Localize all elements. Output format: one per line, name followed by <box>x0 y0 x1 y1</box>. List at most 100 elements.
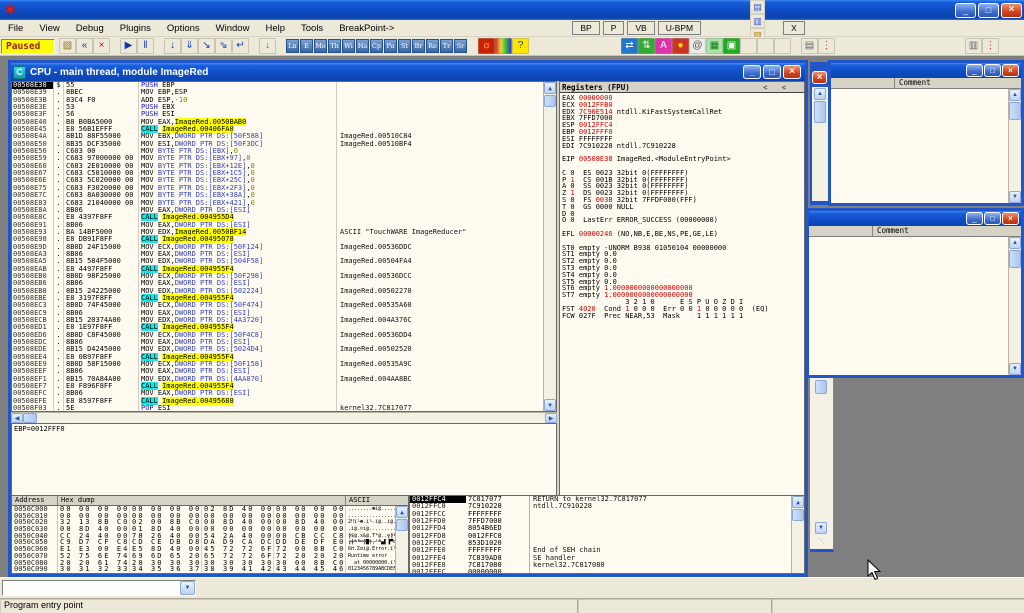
toolbar-letter-pa[interactable]: Pa <box>384 39 397 53</box>
stack-scroll-up[interactable]: ▲ <box>792 496 804 508</box>
menu-view[interactable]: View <box>31 21 67 36</box>
toolbar-letter-me[interactable]: Me <box>314 39 327 53</box>
side-mid-minimize-button[interactable]: _ <box>966 212 983 225</box>
disasm-scroll-up[interactable]: ▲ <box>544 82 556 94</box>
menu-breakpoint[interactable]: BreakPoint-> <box>331 21 402 36</box>
trace-log-icon[interactable]: @ <box>689 38 706 54</box>
disasm-scroll-down[interactable]: ▼ <box>544 399 556 411</box>
toolbar-letter-cp[interactable]: Cp <box>370 39 383 53</box>
breakpoint-list-icon[interactable]: ⋮ <box>982 38 999 54</box>
step-into-icon[interactable]: ↓ <box>164 38 181 54</box>
go-to-address-icon[interactable]: ↓ <box>259 38 276 54</box>
close-program-icon[interactable]: × <box>93 38 110 54</box>
disasm-scroll-right[interactable]: ▶ <box>545 413 557 423</box>
cpu-close-button[interactable]: × <box>783 65 801 79</box>
panel-layout-icon[interactable]: ▥ <box>965 38 982 54</box>
cpu-window-titlebar[interactable]: C CPU - main thread, module ImageRed _ □… <box>11 63 805 81</box>
disasm-row[interactable]: 00508E8C.E8 4397F8FFCALL ImageRed.004955… <box>12 214 543 221</box>
menubar-button-p[interactable]: P <box>603 21 625 35</box>
register-line[interactable]: FCW 027F Prec NEAR,53 Mask 1 1 1 1 1 1 <box>560 313 804 320</box>
dump-row[interactable]: 0050C0A000 00 00 0000 00 00 0000 00 00 0… <box>12 573 395 574</box>
disasm-row[interactable]: 00508E83.C683 21040000 00MOV BYTE PTR DS… <box>12 200 543 207</box>
column-header-blank[interactable] <box>809 226 873 236</box>
screen-icon[interactable]: ▣ <box>723 38 740 54</box>
disasm-row[interactable]: 00508E3B.83C4 F0ADD ESP,-10 <box>12 97 543 104</box>
column-header-comment[interactable]: Comment <box>873 226 1021 236</box>
menubar-button-u-bpm[interactable]: U-BPM <box>658 21 701 35</box>
menu-help[interactable]: Help <box>257 21 293 36</box>
toolbar-letter-wi[interactable]: Wi <box>342 39 355 53</box>
registers-pane-switch-icon[interactable]: << <box>763 83 800 92</box>
registers-pane[interactable]: Registers (FPU) << EAX 00000000ECX 0012F… <box>559 81 805 513</box>
resize-grip[interactable]: ⋱ <box>818 537 826 545</box>
side-window-mid-content[interactable] <box>809 237 1008 375</box>
blank-button-2[interactable] <box>757 38 774 54</box>
restore-button[interactable]: □ <box>978 3 999 18</box>
command-combobox[interactable]: ▼ <box>2 580 196 596</box>
disasm-hscrollbar[interactable]: ◀ ▶ <box>11 412 557 423</box>
register-line[interactable]: T 0 GS 0000 NULL <box>560 204 804 211</box>
command-input[interactable] <box>3 581 180 595</box>
register-line[interactable]: EIP 00508E38 ImageRed.<ModuleEntryPoint> <box>560 156 804 163</box>
hidden-bottom-scroll-thumb[interactable] <box>815 380 827 394</box>
dump-header-address[interactable]: Address <box>12 496 58 505</box>
swap-panes-icon[interactable]: ⇄ <box>621 38 638 54</box>
disasm-row[interactable]: 00508E3E.53PUSH EBX <box>12 104 543 111</box>
disasm-row[interactable]: 00508E9D.8B0D 24F15000MOV ECX,DWORD PTR … <box>12 244 543 251</box>
column-header-blank[interactable] <box>831 78 895 88</box>
toolbar-letter-br[interactable]: Br <box>412 39 425 53</box>
column-header-comment[interactable]: Comment <box>895 78 1021 88</box>
numbers-icon[interactable]: ▦ <box>706 38 723 54</box>
stack-row[interactable]: 0012FFEC00000000 <box>410 569 791 574</box>
disasm-scroll-left[interactable]: ◀ <box>11 413 23 423</box>
disasm-row[interactable]: 00508F03.5EPOP ESIkernel32.7C817077 <box>12 405 543 412</box>
dump-header-hex[interactable]: Hex dump <box>58 496 346 505</box>
disasm-row[interactable]: 00508EC3.8B0D 74F45000MOV ECX,DWORD PTR … <box>12 302 543 309</box>
toolbar-letter-tr[interactable]: Tr <box>440 39 453 53</box>
menu-plugins[interactable]: Plugins <box>112 21 159 36</box>
dump-header-ascii[interactable]: ASCII <box>346 496 408 505</box>
side-top-scroll-thumb[interactable] <box>1009 102 1021 120</box>
options-icon[interactable]: ☼ <box>478 38 495 54</box>
menubar-button-vb[interactable]: VB <box>627 21 654 35</box>
toolbar-x-button[interactable]: X <box>783 21 805 35</box>
toolbar-letter-e[interactable]: E <box>300 39 313 53</box>
register-line[interactable]: O 0 LastErr ERROR_SUCCESS (00000000) <box>560 217 804 224</box>
menu-file[interactable]: File <box>0 21 31 36</box>
hidden-window-scroll-thumb[interactable] <box>814 101 826 123</box>
cpu-minimize-button[interactable]: _ <box>743 65 761 79</box>
side-mid-scroll-up[interactable]: ▲ <box>1009 237 1021 249</box>
help-icon[interactable]: ? <box>512 38 529 54</box>
run-icon[interactable]: ▶ <box>120 38 137 54</box>
book-icon[interactable]: ▥ <box>750 14 765 28</box>
notes-icon[interactable]: ▤ <box>750 0 765 14</box>
register-line[interactable]: EFL 00000246 (NO,NB,E,BE,NS,PE,GE,LE) <box>560 231 804 238</box>
side-mid-close-button[interactable]: × <box>1002 212 1019 225</box>
animate-into-icon[interactable]: ↘ <box>198 38 215 54</box>
minimize-button[interactable]: _ <box>955 3 976 18</box>
hidden-bottom-scroll-down[interactable]: ▼ <box>815 522 827 534</box>
menu-debug[interactable]: Debug <box>68 21 112 36</box>
registers-band[interactable]: Registers (FPU) << <box>560 82 804 93</box>
dump-scroll-thumb[interactable] <box>396 519 408 531</box>
toolbar-letter-re[interactable]: Re <box>426 39 439 53</box>
window-list-icon[interactable]: ▤ <box>801 38 818 54</box>
dump-pane[interactable]: Address Hex dump ASCII 0050C00000 00 00 … <box>11 495 409 574</box>
highlight-icon[interactable]: A <box>655 38 672 54</box>
disassembly-pane[interactable]: 00508E38$55PUSH EBP00508E39.8BECMOV EBP,… <box>11 81 557 412</box>
disasm-row[interactable]: 00508EB0.8B0D 98F25000MOV ECX,DWORD PTR … <box>12 273 543 280</box>
record-icon[interactable]: ● <box>672 38 689 54</box>
cpu-maximize-button[interactable]: □ <box>763 65 781 79</box>
appearance-icon[interactable] <box>495 38 512 54</box>
blank-button-3[interactable] <box>774 38 791 54</box>
pause-icon[interactable]: ‖ <box>137 38 154 54</box>
hidden-window-close-button[interactable]: × <box>812 71 827 84</box>
disasm-row[interactable]: 00508E38$55PUSH EBP <box>12 82 543 89</box>
toolbar-letter-th[interactable]: Th <box>328 39 341 53</box>
menu-tools[interactable]: Tools <box>293 21 331 36</box>
command-dropdown-icon[interactable]: ▼ <box>180 581 195 595</box>
execute-till-return-icon[interactable]: ↵ <box>232 38 249 54</box>
side-mid-scroll-down[interactable]: ▼ <box>1009 363 1021 375</box>
hidden-window-scroll-up[interactable]: ▲ <box>814 88 826 100</box>
disasm-row[interactable]: 00508EF7.E8 F896F8FFCALL ImageRed.004955… <box>12 383 543 390</box>
